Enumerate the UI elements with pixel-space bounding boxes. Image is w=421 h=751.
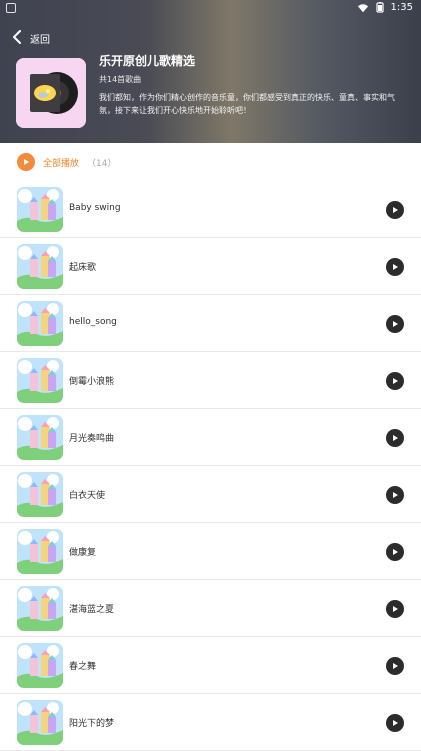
- status-indicators: 1:35: [357, 2, 413, 13]
- song-row[interactable]: 春之舞: [0, 637, 421, 694]
- row-play-button[interactable]: [386, 600, 404, 618]
- row-play-button[interactable]: [386, 543, 404, 561]
- song-title: 月光奏鸣曲: [69, 434, 115, 444]
- wifi-icon: [357, 3, 369, 13]
- song-row[interactable]: 做康复: [0, 523, 421, 580]
- row-play-button[interactable]: [386, 201, 404, 219]
- playlist-description: 我们都知，作为你们精心创作的音乐童，你们都感受到真正的快乐、童真、事实和气氛，接…: [99, 93, 395, 115]
- song-title: 白衣天使: [69, 491, 106, 501]
- play-all-count: （14）: [87, 158, 117, 169]
- song-row[interactable]: 白衣天使: [0, 466, 421, 523]
- song-thumbnail: [17, 472, 63, 517]
- playlist-header: 1:35 返回 乐开原创儿歌精选 共14首歌曲 我们都知，作为你们精心创作的音乐…: [0, 0, 421, 143]
- play-all-icon: [17, 153, 35, 171]
- song-title: 做康复: [69, 548, 97, 558]
- row-play-button[interactable]: [386, 714, 404, 732]
- clock-time: 1:35: [390, 2, 413, 13]
- song-title: Baby swing: [69, 203, 121, 213]
- song-title: 倒霉小浪熊: [69, 377, 115, 387]
- song-list: Baby swing 起床歌 hello_song 倒霉小浪熊 月光奏鸣曲 白衣…: [0, 181, 421, 751]
- playlist-title: 乐开原创儿歌精选: [99, 54, 196, 68]
- song-thumbnail: [17, 301, 63, 346]
- song-thumbnail: [17, 700, 63, 745]
- song-row[interactable]: 倒霉小浪熊: [0, 352, 421, 409]
- song-row[interactable]: hello_song: [0, 295, 421, 352]
- row-play-button[interactable]: [386, 258, 404, 276]
- row-play-button[interactable]: [386, 315, 404, 333]
- back-label: 返回: [30, 35, 50, 46]
- song-row[interactable]: 月光奏鸣曲: [0, 409, 421, 466]
- song-thumbnail: [17, 187, 63, 232]
- song-sheet: 全部播放 （14） Baby swing 起床歌 hello_song 倒霉小浪…: [0, 143, 421, 751]
- notification-icon: [6, 3, 16, 13]
- row-play-button[interactable]: [386, 372, 404, 390]
- song-thumbnail: [17, 643, 63, 688]
- status-bar: 1:35: [0, 0, 421, 18]
- song-title: hello_song: [69, 317, 117, 327]
- row-play-button[interactable]: [386, 429, 404, 447]
- play-all-label: 全部播放: [43, 158, 80, 169]
- back-button[interactable]: 返回: [12, 29, 50, 48]
- play-all-button[interactable]: 全部播放 （14）: [17, 153, 116, 171]
- song-thumbnail: [17, 415, 63, 460]
- song-title: 阳光下的梦: [69, 719, 115, 729]
- song-count: 共14首歌曲: [99, 75, 142, 84]
- song-row[interactable]: 阳光下的梦: [0, 694, 421, 751]
- song-thumbnail: [17, 244, 63, 289]
- song-row[interactable]: 湛海蓝之夏: [0, 580, 421, 637]
- battery-icon: [375, 2, 385, 13]
- album-cover: [16, 58, 86, 128]
- song-title: 春之舞: [69, 662, 97, 672]
- song-title: 起床歌: [69, 263, 97, 273]
- song-thumbnail: [17, 529, 63, 574]
- row-play-button[interactable]: [386, 657, 404, 675]
- song-thumbnail: [17, 586, 63, 631]
- song-thumbnail: [17, 358, 63, 403]
- song-row[interactable]: Baby swing: [0, 181, 421, 238]
- song-row[interactable]: 起床歌: [0, 238, 421, 295]
- song-title: 湛海蓝之夏: [69, 605, 115, 615]
- row-play-button[interactable]: [386, 486, 404, 504]
- chevron-left-icon: [12, 29, 22, 48]
